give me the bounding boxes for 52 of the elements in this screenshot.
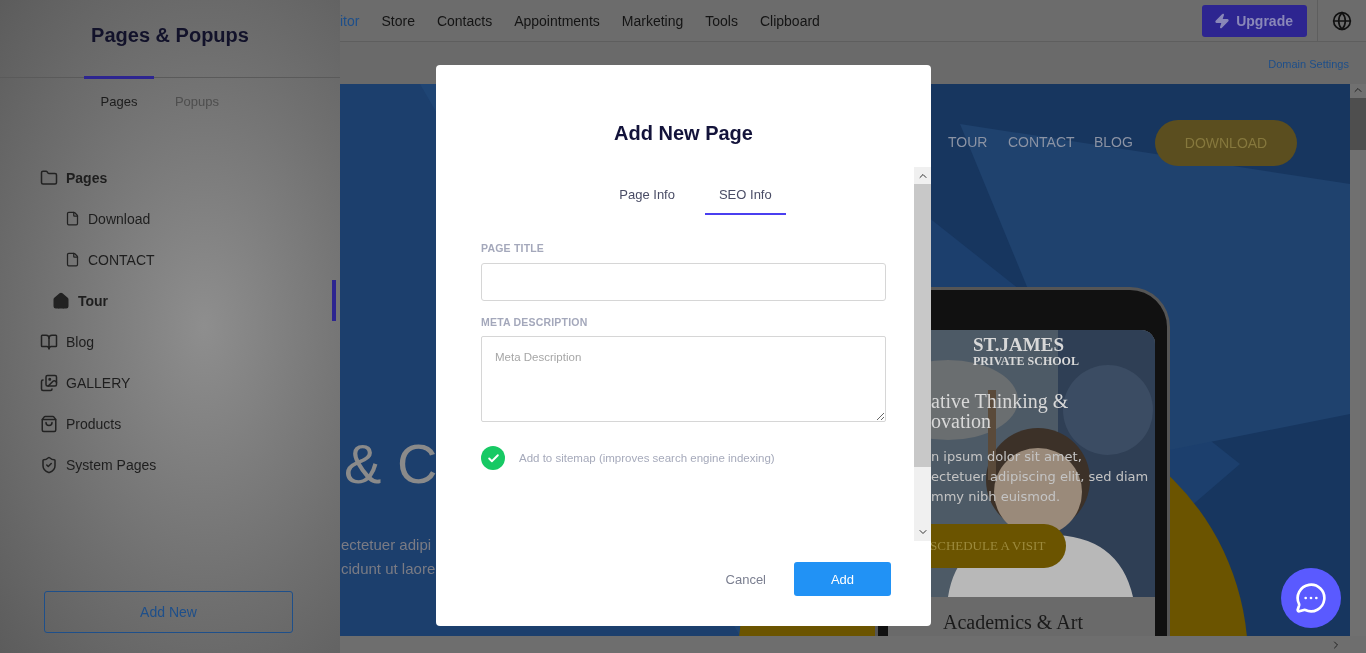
check-icon (486, 451, 500, 465)
phone-headline: ative Thinking & (931, 392, 1069, 412)
sidebar-item[interactable]: CONTACT (40, 239, 336, 280)
school-name: ST.JAMES (973, 335, 1065, 355)
nav-item[interactable]: Clipboard (759, 12, 820, 29)
folder-icon (40, 168, 58, 187)
hero-text: ectetuer adipi (341, 535, 433, 555)
scrollbar[interactable] (1350, 84, 1366, 636)
bag-icon (40, 414, 58, 433)
home-icon (52, 291, 70, 310)
book-icon (40, 332, 58, 351)
sidebar-item[interactable]: Products (40, 403, 336, 444)
checkbox-label: Add to sitemap (improves search engine indexing) (519, 452, 775, 464)
file-icon (65, 252, 80, 267)
add-button[interactable]: Add (794, 562, 891, 596)
field-label: PAGE TITLE (481, 242, 546, 254)
modal-title: Add New Page (613, 122, 754, 146)
sidebar-item[interactable]: Download (40, 198, 336, 239)
tab[interactable]: Pages (84, 76, 154, 109)
file-icon (65, 211, 80, 226)
images-icon (40, 373, 58, 392)
page-title-field[interactable] (481, 263, 886, 301)
scroll-thumb[interactable] (914, 184, 931, 467)
scrollbar[interactable] (914, 167, 931, 541)
section-title: Academics & Art (943, 612, 1083, 633)
sidebar-item[interactable]: Blog (40, 321, 336, 362)
nav-item[interactable]: Appointments (514, 12, 600, 29)
chat-icon (1295, 582, 1327, 614)
tab[interactable]: Page Info (605, 181, 689, 215)
scroll-thumb[interactable] (1350, 98, 1366, 150)
school-subtitle: PRIVATE SCHOOL (973, 354, 1079, 368)
nav-item[interactable]: Contacts (436, 12, 493, 29)
hero-heading: & C (344, 436, 438, 492)
globe-icon[interactable] (1332, 10, 1352, 31)
sitemap-checkbox[interactable] (481, 446, 505, 470)
sidebar-item[interactable]: GALLERY (40, 362, 336, 403)
sidebar-item[interactable]: Pages (40, 157, 336, 198)
sidebar-item[interactable]: System Pages (40, 444, 336, 485)
horizontal-scrollbar[interactable] (340, 636, 1366, 653)
meta-description-field[interactable]: Meta Description (481, 336, 886, 422)
field-label: META DESCRIPTION (481, 316, 589, 328)
tab[interactable]: SEO Info (704, 181, 786, 215)
nav-item[interactable]: Store (381, 12, 415, 29)
sidebar-item[interactable]: Tour (40, 280, 336, 321)
nav-item[interactable]: Marketing (621, 12, 684, 29)
shield-icon (40, 455, 58, 474)
phone-headline: ovation (931, 411, 991, 432)
hero-text: cidunt ut laore (341, 559, 436, 579)
nav-item[interactable]: Tools (705, 12, 738, 29)
cancel-button[interactable]: Cancel (719, 570, 772, 588)
upgrade-button[interactable]: Upgrade (1202, 4, 1307, 37)
lightning-icon (1214, 12, 1231, 29)
